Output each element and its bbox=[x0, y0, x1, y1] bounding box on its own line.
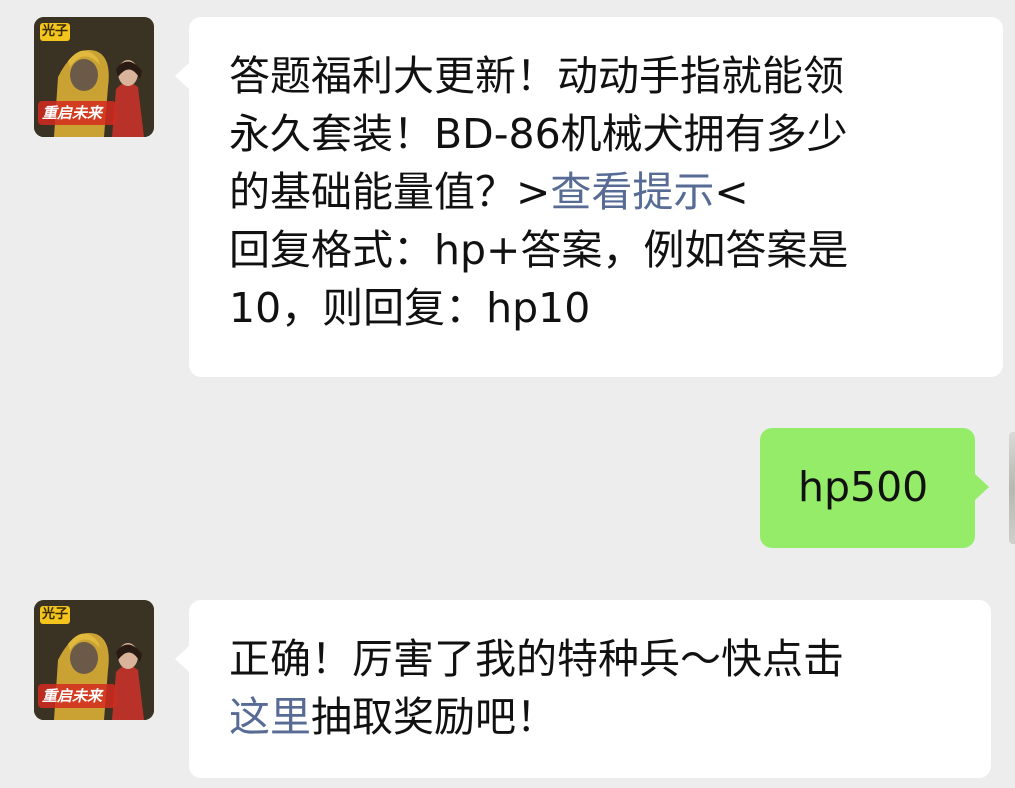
user-message-bubble[interactable]: hp500 bbox=[760, 428, 989, 548]
bot-message-bubble[interactable]: 正确！厉害了我的特种兵～快点击 这里抽取奖励吧！ bbox=[175, 600, 991, 778]
avatar-badge-text: 光子 bbox=[42, 607, 69, 622]
message-text: < bbox=[714, 168, 749, 216]
user-avatar[interactable] bbox=[1009, 432, 1015, 544]
view-hint-link[interactable]: 查看提示 bbox=[550, 168, 714, 216]
avatar-logo-text: 重启未来 bbox=[42, 687, 103, 705]
avatar-logo-text: 重启未来 bbox=[42, 104, 103, 122]
message-line: 这里抽取奖励吧！ bbox=[229, 688, 961, 746]
bot-avatar[interactable]: 光子 重启未来 bbox=[34, 600, 154, 720]
message-text: 的基础能量值？> bbox=[229, 168, 551, 216]
message-text: 抽取奖励吧！ bbox=[311, 693, 557, 741]
message-line: 的基础能量值？>查看提示< bbox=[229, 163, 973, 221]
message-line: 正确！厉害了我的特种兵～快点击 bbox=[229, 635, 844, 683]
message-text: hp500 bbox=[798, 463, 929, 511]
bot-avatar[interactable]: 光子 重启未来 bbox=[34, 17, 154, 137]
bot-message-bubble[interactable]: 答题福利大更新！动动手指就能领 永久套装！BD-86机械犬拥有多少 的基础能量值… bbox=[175, 17, 1003, 377]
here-link[interactable]: 这里 bbox=[229, 693, 311, 741]
message-line: 回复格式：hp+答案，例如答案是 bbox=[229, 226, 849, 274]
avatar-badge-text: 光子 bbox=[42, 24, 69, 39]
message-line: 答题福利大更新！动动手指就能领 bbox=[229, 52, 844, 100]
message-line: 永久套装！BD-86机械犬拥有多少 bbox=[229, 110, 848, 158]
message-line: 10，则回复：hp10 bbox=[229, 284, 591, 332]
